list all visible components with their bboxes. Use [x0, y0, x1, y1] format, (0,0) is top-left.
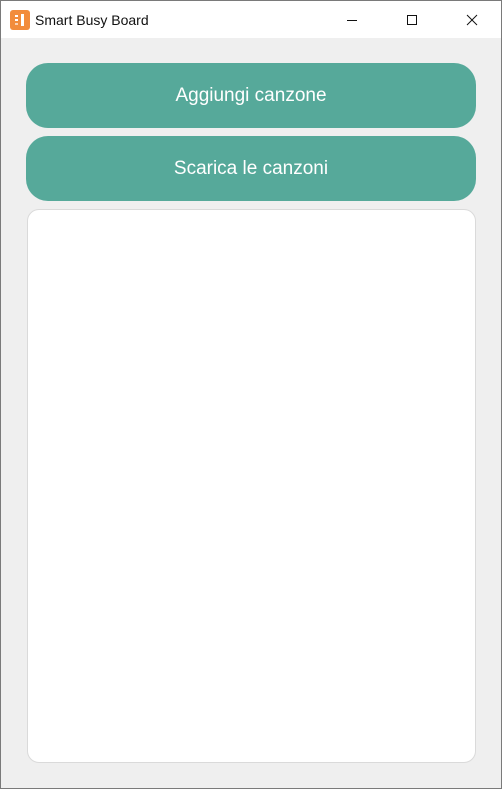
close-icon [466, 14, 478, 26]
maximize-button[interactable] [389, 1, 435, 38]
download-songs-button[interactable]: Scarica le canzoni [26, 136, 476, 201]
window-title: Smart Busy Board [35, 12, 149, 28]
maximize-icon [406, 14, 418, 26]
add-song-button[interactable]: Aggiungi canzone [26, 63, 476, 128]
title-bar[interactable]: Smart Busy Board [1, 1, 501, 38]
minimize-button[interactable] [329, 1, 375, 38]
main-content: Aggiungi canzone Scarica le canzoni [1, 38, 501, 788]
song-list[interactable] [27, 209, 476, 763]
app-window: Smart Busy Board Aggiungi canzone Scaric… [0, 0, 502, 789]
close-button[interactable] [449, 1, 495, 38]
app-logo-icon [10, 10, 30, 30]
minimize-icon [346, 14, 358, 26]
